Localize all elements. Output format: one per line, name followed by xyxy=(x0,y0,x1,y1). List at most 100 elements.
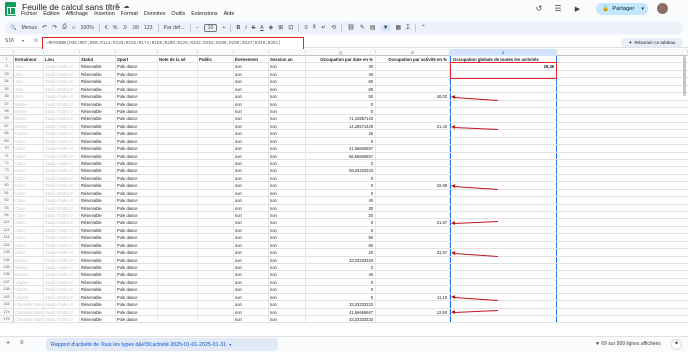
cell[interactable]: Réservable xyxy=(80,130,116,137)
cell[interactable]: 58,33333333 xyxy=(306,167,376,174)
cell[interactable]: non xyxy=(269,100,306,107)
cell[interactable]: Pole dance xyxy=(116,226,158,234)
cell[interactable]: 41,66666667 xyxy=(306,145,376,152)
cell[interactable] xyxy=(158,278,198,286)
cell[interactable]: Pole dance xyxy=(116,271,158,278)
cell[interactable]: Réservable xyxy=(80,108,116,115)
cell[interactable]: Réservable xyxy=(80,264,116,271)
increase-decimals-button[interactable]: .00 xyxy=(132,25,139,31)
column-title[interactable]: Sport xyxy=(116,56,158,63)
cell[interactable] xyxy=(198,174,234,182)
link-icon[interactable]: ⛓ xyxy=(347,24,355,31)
cell[interactable] xyxy=(158,212,198,219)
cell[interactable] xyxy=(198,78,234,85)
row-number[interactable]: 37 xyxy=(0,100,14,107)
cell[interactable]: non xyxy=(269,122,306,130)
cell[interactable] xyxy=(198,226,234,234)
cell[interactable]: Pole dance xyxy=(116,286,158,293)
column-header[interactable] xyxy=(80,49,116,56)
cell[interactable] xyxy=(376,212,450,219)
cell[interactable]: Claire xyxy=(14,249,44,256)
cell[interactable] xyxy=(450,204,557,212)
cell[interactable]: Claire xyxy=(14,167,44,174)
cell[interactable] xyxy=(376,78,450,85)
row-number[interactable]: 68 xyxy=(0,130,14,137)
cell[interactable]: Studio Rodéo F xyxy=(44,78,80,85)
cell[interactable] xyxy=(376,63,450,70)
cell[interactable] xyxy=(158,219,198,226)
decrease-decimals-button[interactable]: .0 xyxy=(122,25,126,31)
cell[interactable]: Studio Rodéo F xyxy=(44,271,80,278)
cell[interactable] xyxy=(376,108,450,115)
menu-item[interactable]: Édition xyxy=(43,11,59,17)
column-title[interactable]: Lieu xyxy=(44,56,80,63)
cell[interactable] xyxy=(198,85,234,93)
cell[interactable]: Studio Rodéo F xyxy=(44,108,80,115)
cell[interactable]: Claire xyxy=(14,212,44,219)
row-number[interactable]: 69 xyxy=(0,137,14,145)
cell[interactable]: non xyxy=(234,108,269,115)
cell[interactable]: 40 xyxy=(306,197,376,204)
cell[interactable]: 30 xyxy=(306,204,376,212)
cell[interactable]: 0 xyxy=(306,219,376,226)
column-title[interactable]: Entraîneur xyxy=(14,56,44,63)
align-icon[interactable]: ≡ xyxy=(304,25,308,31)
cell[interactable]: 45 xyxy=(306,271,376,278)
cell[interactable]: Réservable xyxy=(80,308,116,316)
cell[interactable]: Réservable xyxy=(80,63,116,70)
cell[interactable] xyxy=(450,189,557,197)
cell[interactable]: Pole dance xyxy=(116,316,158,323)
cell[interactable]: non xyxy=(269,182,306,189)
cell[interactable] xyxy=(158,167,198,174)
filter-views-icon[interactable]: ▦ xyxy=(396,24,402,31)
sheet-tab[interactable]: Rapport d'activité de Tous les types d&#… xyxy=(46,338,278,351)
cell[interactable]: non xyxy=(234,271,269,278)
cell[interactable]: Studio Rodéo F xyxy=(44,278,80,286)
cell[interactable]: 25 xyxy=(306,130,376,137)
cell[interactable]: Réservable xyxy=(80,189,116,197)
cell[interactable] xyxy=(198,241,234,249)
cell[interactable]: 0 xyxy=(306,182,376,189)
cell[interactable]: Virginie xyxy=(14,278,44,286)
cell[interactable] xyxy=(450,256,557,264)
cell[interactable]: non xyxy=(269,189,306,197)
cell[interactable]: Julie xyxy=(14,93,44,100)
share-button[interactable]: 🔒 Partager ▾ xyxy=(596,3,648,15)
cell[interactable]: Claire xyxy=(14,145,44,152)
cell[interactable]: non xyxy=(234,278,269,286)
cell[interactable] xyxy=(158,271,198,278)
cell[interactable]: 80 xyxy=(306,85,376,93)
cell[interactable] xyxy=(376,160,450,167)
cell[interactable]: Pole dance xyxy=(116,152,158,159)
cell[interactable]: Pole dance xyxy=(116,197,158,204)
cell[interactable]: Marine xyxy=(14,115,44,122)
cell[interactable]: Studio Rodéo F xyxy=(44,63,80,70)
column-header[interactable] xyxy=(234,49,269,56)
cell[interactable]: Claire xyxy=(14,189,44,197)
row-number[interactable]: 93 xyxy=(0,204,14,212)
cell[interactable] xyxy=(450,145,557,152)
column-header[interactable]: Q xyxy=(306,49,376,56)
cell[interactable]: non xyxy=(269,226,306,234)
cell[interactable] xyxy=(450,130,557,137)
cell[interactable] xyxy=(198,145,234,152)
column-header[interactable]: R xyxy=(376,49,450,56)
row-number[interactable]: 94 xyxy=(0,212,14,219)
column-title[interactable]: Public xyxy=(198,56,234,63)
cell[interactable] xyxy=(158,145,198,152)
row-number[interactable]: 36 xyxy=(0,93,14,100)
cell[interactable] xyxy=(450,167,557,174)
cell[interactable]: Pole dance xyxy=(116,78,158,85)
merge-icon[interactable]: ⊡ xyxy=(288,24,293,31)
menu-item[interactable]: Outils xyxy=(171,11,185,17)
cell[interactable]: Claire xyxy=(14,219,44,226)
cell[interactable] xyxy=(376,115,450,122)
strikethrough-button[interactable]: S xyxy=(252,25,255,31)
cell[interactable]: Réservable xyxy=(80,152,116,159)
cell[interactable] xyxy=(198,189,234,197)
cell[interactable] xyxy=(198,271,234,278)
cell[interactable]: Réservable xyxy=(80,249,116,256)
cell[interactable]: Réservable xyxy=(80,167,116,174)
cell[interactable] xyxy=(198,167,234,174)
search-icon[interactable]: 🔍 xyxy=(10,25,16,31)
